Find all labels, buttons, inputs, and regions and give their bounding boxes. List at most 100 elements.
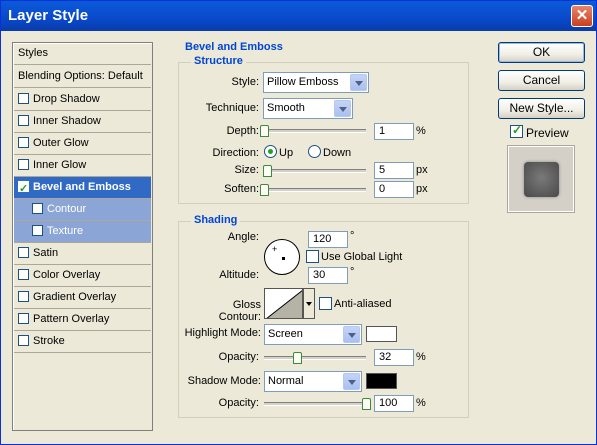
anti-aliased-label[interactable]: Anti-aliased bbox=[334, 298, 391, 310]
chevron-down-icon[interactable] bbox=[350, 74, 367, 91]
checkbox-icon[interactable] bbox=[18, 115, 29, 126]
depth-slider[interactable] bbox=[264, 129, 366, 133]
layer-style-dialog: Layer Style ✕ Styles Blending Options: D… bbox=[0, 0, 597, 445]
styles-header[interactable]: Styles bbox=[14, 43, 151, 65]
soften-slider-thumb[interactable] bbox=[260, 184, 269, 196]
direction-down-radio[interactable] bbox=[308, 145, 321, 158]
checkbox-icon[interactable] bbox=[18, 335, 29, 346]
size-slider-thumb[interactable] bbox=[263, 165, 272, 177]
structure-legend: Structure bbox=[191, 55, 246, 67]
direction-up-radio[interactable] bbox=[264, 145, 277, 158]
chevron-down-icon[interactable] bbox=[343, 373, 360, 390]
window-title: Layer Style bbox=[8, 7, 89, 24]
use-global-light-label[interactable]: Use Global Light bbox=[321, 251, 402, 263]
size-field[interactable]: 5 bbox=[374, 162, 414, 179]
style-item-outer-glow[interactable]: Outer Glow bbox=[14, 133, 151, 155]
angle-degree-symbol: ° bbox=[350, 230, 355, 242]
highlight-opacity-unit: % bbox=[416, 351, 426, 363]
checkbox-icon[interactable] bbox=[18, 313, 29, 324]
style-item-contour[interactable]: Contour bbox=[14, 199, 151, 221]
altitude-label: Altitude: bbox=[219, 269, 259, 281]
highlight-opacity-field[interactable]: 32 bbox=[374, 349, 414, 366]
style-item-stroke[interactable]: Stroke bbox=[14, 331, 151, 353]
angle-dial[interactable]: + bbox=[264, 239, 300, 275]
angle-dial-center bbox=[282, 257, 285, 260]
style-item-label: Color Overlay bbox=[33, 269, 101, 281]
style-label: Style: bbox=[231, 76, 259, 88]
style-item-texture[interactable]: Texture bbox=[14, 221, 151, 243]
blending-options-item[interactable]: Blending Options: Default bbox=[14, 66, 151, 88]
use-global-light-checkbox[interactable] bbox=[306, 250, 319, 263]
new-style-button[interactable]: New Style... bbox=[498, 98, 585, 119]
angle-label: Angle: bbox=[227, 231, 259, 243]
checkbox-icon[interactable] bbox=[18, 137, 29, 148]
shading-legend: Shading bbox=[191, 214, 241, 226]
style-item-gradient-overlay[interactable]: Gradient Overlay bbox=[14, 287, 151, 309]
shadow-mode-label: Shadow Mode: bbox=[187, 375, 261, 387]
preview-label[interactable]: Preview bbox=[526, 126, 569, 140]
anti-aliased-checkbox[interactable] bbox=[319, 297, 332, 310]
shadow-mode-select[interactable]: Normal bbox=[264, 371, 362, 392]
soften-slider[interactable] bbox=[264, 188, 366, 192]
shadow-opacity-field[interactable]: 100 bbox=[374, 395, 414, 412]
highlight-opacity-slider[interactable] bbox=[264, 356, 366, 360]
direction-down-label[interactable]: Down bbox=[323, 147, 351, 159]
highlight-mode-label: Highlight Mode: bbox=[184, 327, 261, 339]
highlight-opacity-slider-thumb[interactable] bbox=[293, 352, 302, 364]
chevron-down-icon[interactable] bbox=[334, 100, 351, 117]
depth-slider-thumb[interactable] bbox=[260, 125, 269, 137]
highlight-mode-select[interactable]: Screen bbox=[264, 324, 362, 345]
checkbox-icon[interactable] bbox=[32, 203, 43, 214]
technique-select[interactable]: Smooth bbox=[263, 98, 353, 119]
soften-field[interactable]: 0 bbox=[374, 181, 414, 198]
ok-button[interactable]: OK bbox=[498, 42, 585, 63]
style-item-inner-shadow[interactable]: Inner Shadow bbox=[14, 111, 151, 133]
depth-field[interactable]: 1 bbox=[374, 123, 414, 140]
size-slider[interactable] bbox=[264, 169, 366, 173]
style-select[interactable]: Pillow Emboss bbox=[263, 72, 369, 93]
style-select-value: Pillow Emboss bbox=[267, 76, 339, 88]
checkbox-icon[interactable] bbox=[32, 225, 43, 236]
soften-label: Soften: bbox=[224, 183, 259, 195]
highlight-opacity-label: Opacity: bbox=[218, 351, 259, 363]
gloss-contour-picker[interactable] bbox=[264, 288, 303, 319]
style-item-drop-shadow[interactable]: Drop Shadow bbox=[14, 89, 151, 111]
style-item-label: Pattern Overlay bbox=[33, 313, 110, 325]
checkbox-icon[interactable] bbox=[18, 269, 29, 280]
style-item-color-overlay[interactable]: Color Overlay bbox=[14, 265, 151, 287]
angle-field[interactable]: 120 bbox=[308, 231, 348, 248]
style-item-label: Gradient Overlay bbox=[33, 291, 117, 303]
shadow-opacity-slider[interactable] bbox=[264, 402, 366, 406]
preview-swatch bbox=[524, 162, 559, 197]
shadow-opacity-slider-thumb[interactable] bbox=[362, 398, 371, 410]
altitude-field[interactable]: 30 bbox=[308, 267, 348, 284]
style-item-bevel-and-emboss[interactable]: Bevel and Emboss bbox=[14, 177, 151, 200]
style-preview bbox=[508, 146, 574, 212]
style-item-satin[interactable]: Satin bbox=[14, 243, 151, 265]
highlight-mode-value: Screen bbox=[268, 328, 303, 340]
technique-select-value: Smooth bbox=[267, 102, 305, 114]
checkbox-icon[interactable] bbox=[18, 159, 29, 170]
shadow-opacity-unit: % bbox=[416, 397, 426, 409]
checkbox-icon[interactable] bbox=[18, 93, 29, 104]
style-item-pattern-overlay[interactable]: Pattern Overlay bbox=[14, 309, 151, 331]
direction-up-label[interactable]: Up bbox=[279, 147, 293, 159]
direction-label: Direction: bbox=[212, 147, 259, 159]
checkbox-icon[interactable] bbox=[18, 179, 29, 200]
preview-checkbox[interactable] bbox=[510, 123, 523, 138]
chevron-down-icon[interactable] bbox=[343, 326, 360, 343]
highlight-color-swatch[interactable] bbox=[366, 326, 397, 342]
shadow-color-swatch[interactable] bbox=[366, 373, 397, 389]
style-item-label: Contour bbox=[47, 203, 87, 215]
style-item-label: Stroke bbox=[33, 335, 65, 347]
style-item-label: Bevel and Emboss bbox=[33, 181, 131, 193]
checkbox-icon[interactable] bbox=[18, 291, 29, 302]
style-item-inner-glow[interactable]: Inner Glow bbox=[14, 155, 151, 177]
technique-label: Technique: bbox=[205, 102, 259, 114]
chevron-down-icon[interactable] bbox=[303, 288, 315, 319]
style-item-label: Inner Shadow bbox=[33, 115, 101, 127]
close-icon[interactable]: ✕ bbox=[571, 5, 593, 27]
cancel-button[interactable]: Cancel bbox=[498, 70, 585, 91]
checkbox-icon[interactable] bbox=[18, 247, 29, 258]
style-item-label: Drop Shadow bbox=[33, 93, 100, 105]
